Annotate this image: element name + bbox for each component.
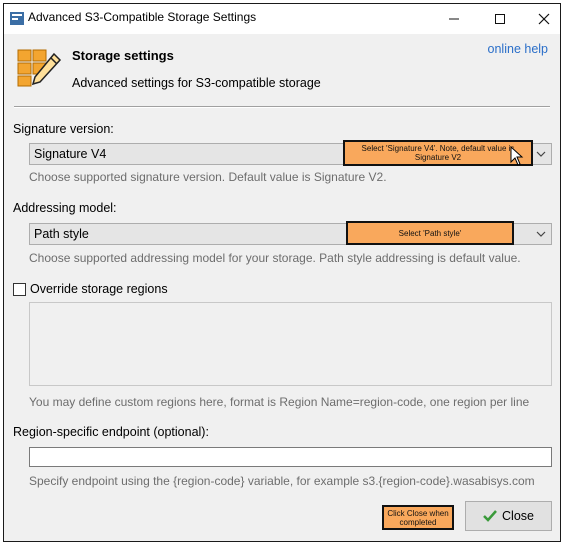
override-regions-checkbox[interactable] xyxy=(13,283,26,296)
minimize-icon xyxy=(449,18,459,20)
app-icon xyxy=(10,12,24,25)
maximize-button[interactable] xyxy=(480,6,520,32)
close-button-label: Close xyxy=(502,509,534,523)
endpoint-label: Region-specific endpoint (optional): xyxy=(13,425,209,439)
window-title: Advanced S3-Compatible Storage Settings xyxy=(28,10,257,24)
header-subtitle: Advanced settings for S3-compatible stor… xyxy=(72,76,321,90)
signature-callout: Select 'Signature V4'. Note, default val… xyxy=(343,140,533,166)
addressing-model-value: Path style xyxy=(34,227,89,241)
close-callout: Click Close when completed xyxy=(382,505,454,530)
title-bar: Advanced S3-Compatible Storage Settings xyxy=(4,4,560,34)
signature-version-value: Signature V4 xyxy=(34,147,107,161)
close-window-button[interactable] xyxy=(524,6,564,32)
regions-hint: You may define custom regions here, form… xyxy=(29,395,530,409)
close-button[interactable]: Close xyxy=(465,501,552,531)
mouse-cursor-icon xyxy=(510,146,524,166)
maximize-icon xyxy=(495,14,505,24)
signature-hint: Choose supported signature version. Defa… xyxy=(29,170,387,184)
checkmark-icon xyxy=(483,510,497,522)
header-title: Storage settings xyxy=(72,48,174,63)
storage-pencil-icon xyxy=(17,49,62,87)
regions-textarea[interactable] xyxy=(29,302,552,386)
addressing-callout: Select 'Path style' xyxy=(346,221,514,245)
minimize-button[interactable] xyxy=(434,6,474,32)
endpoint-hint: Specify endpoint using the {region-code}… xyxy=(29,474,535,488)
close-icon xyxy=(538,13,550,25)
endpoint-input[interactable] xyxy=(29,447,552,467)
dialog-content: Storage settings Advanced settings for S… xyxy=(4,34,560,541)
chevron-down-icon xyxy=(535,146,547,162)
signature-version-label: Signature version: xyxy=(13,122,114,136)
override-regions-label[interactable]: Override storage regions xyxy=(30,282,168,296)
header-separator xyxy=(14,106,550,108)
chevron-down-icon xyxy=(535,226,547,242)
dialog-window: Advanced S3-Compatible Storage Settings … xyxy=(3,3,561,542)
addressing-hint: Choose supported addressing model for yo… xyxy=(29,251,521,265)
addressing-model-label: Addressing model: xyxy=(13,201,117,215)
online-help-link[interactable]: online help xyxy=(488,42,548,56)
